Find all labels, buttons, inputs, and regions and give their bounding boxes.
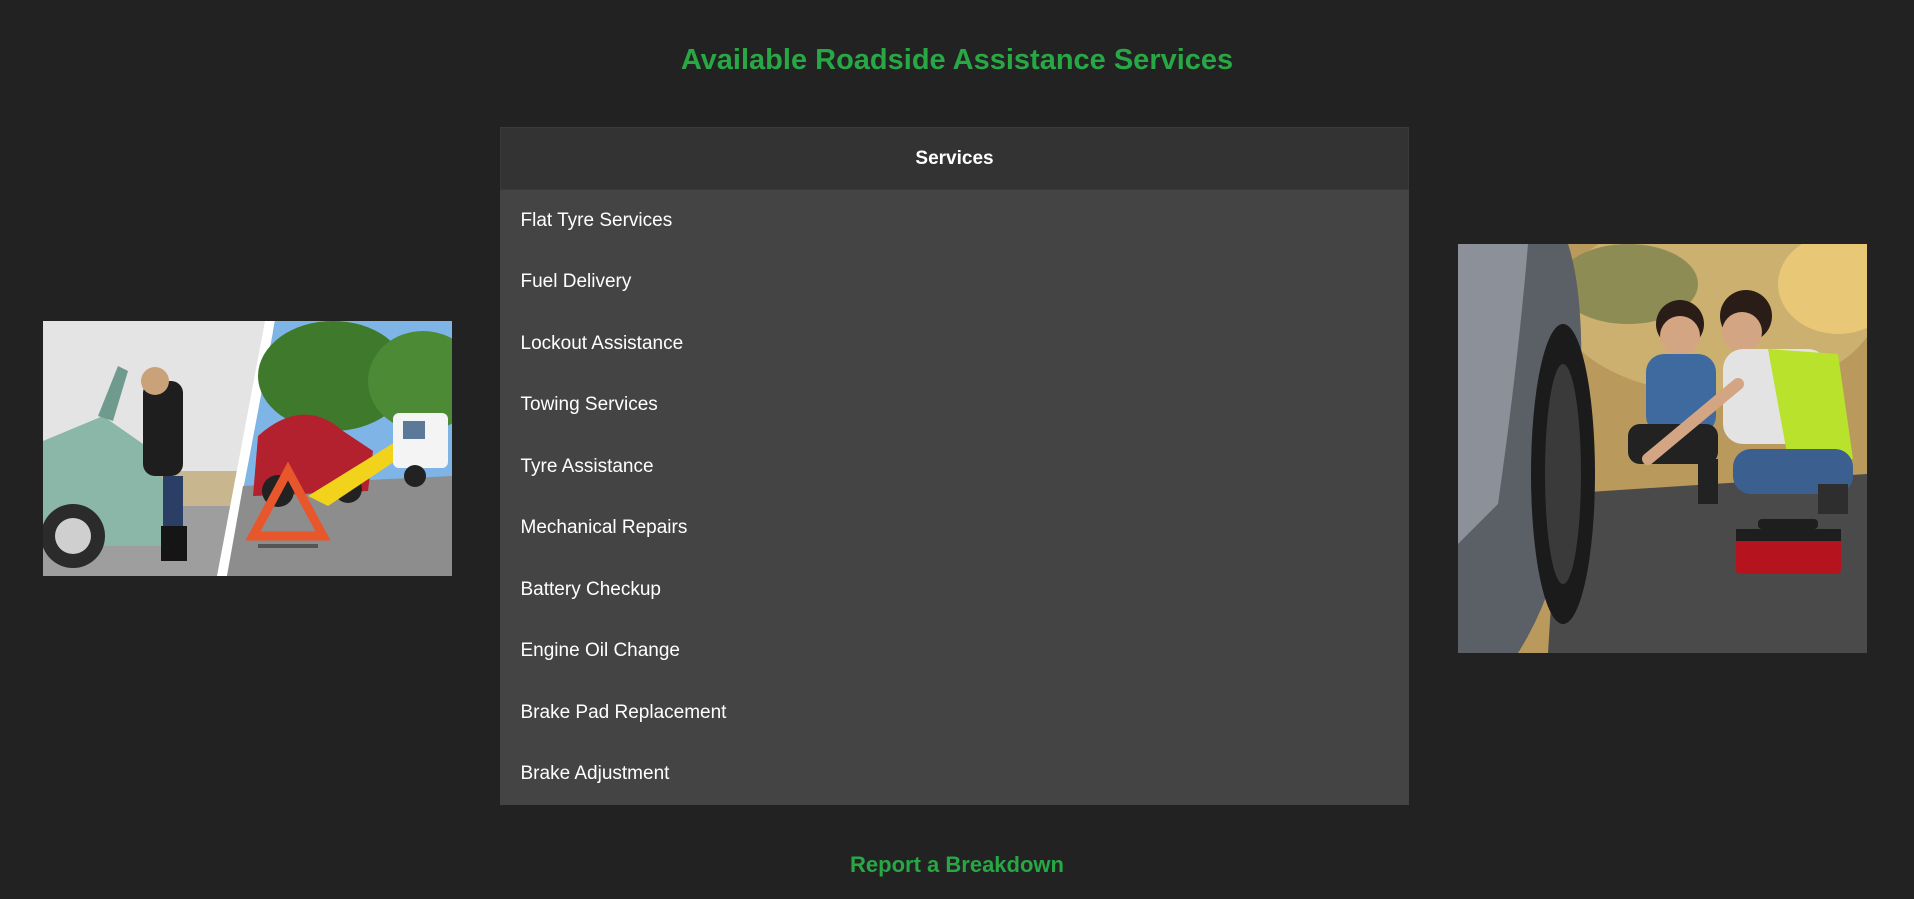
table-row: Tyre Assistance: [501, 436, 1409, 498]
breakdown-collage-image: [43, 321, 452, 576]
services-table: Services Flat Tyre Services Fuel Deliver…: [500, 127, 1409, 805]
table-row: Brake Pad Replacement: [501, 682, 1409, 744]
table-row: Brake Adjustment: [501, 744, 1409, 806]
table-row: Mechanical Repairs: [501, 498, 1409, 560]
service-brake-pad-replacement: Brake Pad Replacement: [520, 701, 727, 723]
services-column-header: Services: [500, 127, 1409, 190]
service-lockout-assistance: Lockout Assistance: [520, 332, 684, 354]
service-brake-adjustment: Brake Adjustment: [520, 763, 670, 785]
service-flat-tyre: Flat Tyre Services: [520, 209, 673, 231]
table-row: Lockout Assistance: [501, 313, 1409, 375]
table-row: Battery Checkup: [501, 559, 1409, 621]
service-battery-checkup: Battery Checkup: [520, 578, 661, 600]
page: Available Roadside Assistance Services S…: [0, 0, 1914, 899]
page-title: Available Roadside Assistance Services: [680, 44, 1234, 76]
report-breakdown-link[interactable]: Report a Breakdown: [0, 852, 1914, 878]
table-row: Engine Oil Change: [501, 621, 1409, 683]
service-mechanical-repairs: Mechanical Repairs: [520, 517, 688, 539]
service-fuel-delivery: Fuel Delivery: [520, 271, 632, 293]
service-engine-oil-change: Engine Oil Change: [520, 640, 681, 662]
table-header-row: Services: [500, 127, 1409, 190]
table-row: Flat Tyre Services: [501, 190, 1409, 252]
service-towing: Towing Services: [520, 394, 658, 416]
table-row: Towing Services: [501, 375, 1409, 437]
table-row: Fuel Delivery: [501, 252, 1409, 314]
tyre-repair-image: [1458, 244, 1867, 653]
service-tyre-assistance: Tyre Assistance: [520, 455, 654, 477]
